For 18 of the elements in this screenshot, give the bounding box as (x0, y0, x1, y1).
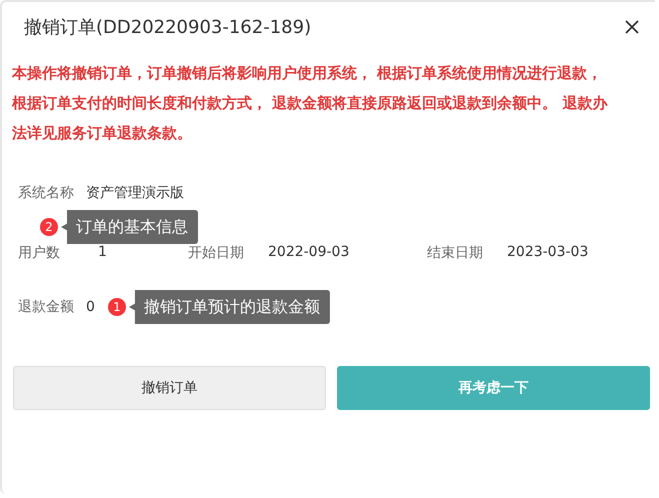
field-value: 0 (86, 299, 95, 315)
field-value: 2022-09-03 (268, 244, 350, 262)
field-label: 退款金额 (18, 298, 74, 316)
field-label: 开始日期 (188, 244, 245, 262)
dialog-title: 撤销订单(DD20220903-162-189) (24, 16, 312, 39)
field-value: 1 (98, 244, 108, 262)
warning-text: 本操作将撤销订单，订单撤销后将影响用户使用系统， 根据订单系统使用情况进行退款，根据订单支付的时间长度和付款方式， 退款金额将直接原路返回或退款到余额中。 退款办法详见服务订单退款条款。 (12, 63, 609, 144)
field-label: 结束日期 (427, 244, 484, 262)
cancel-order-button[interactable]: 撤销订单 (13, 366, 326, 410)
field-label: 系统名称 (18, 184, 74, 202)
field-value: 2023-03-03 (507, 244, 590, 262)
field-value: 资产管理演示版 (86, 184, 184, 202)
tooltip: 撤销订单预计的退款金额 (128, 290, 330, 324)
step-badge: 1 (108, 298, 126, 316)
field-label: 用户数 (18, 244, 61, 262)
step-badge: 2 (40, 218, 58, 236)
close-icon[interactable] (625, 20, 639, 34)
tooltip: 订单的基本信息 (61, 210, 198, 244)
